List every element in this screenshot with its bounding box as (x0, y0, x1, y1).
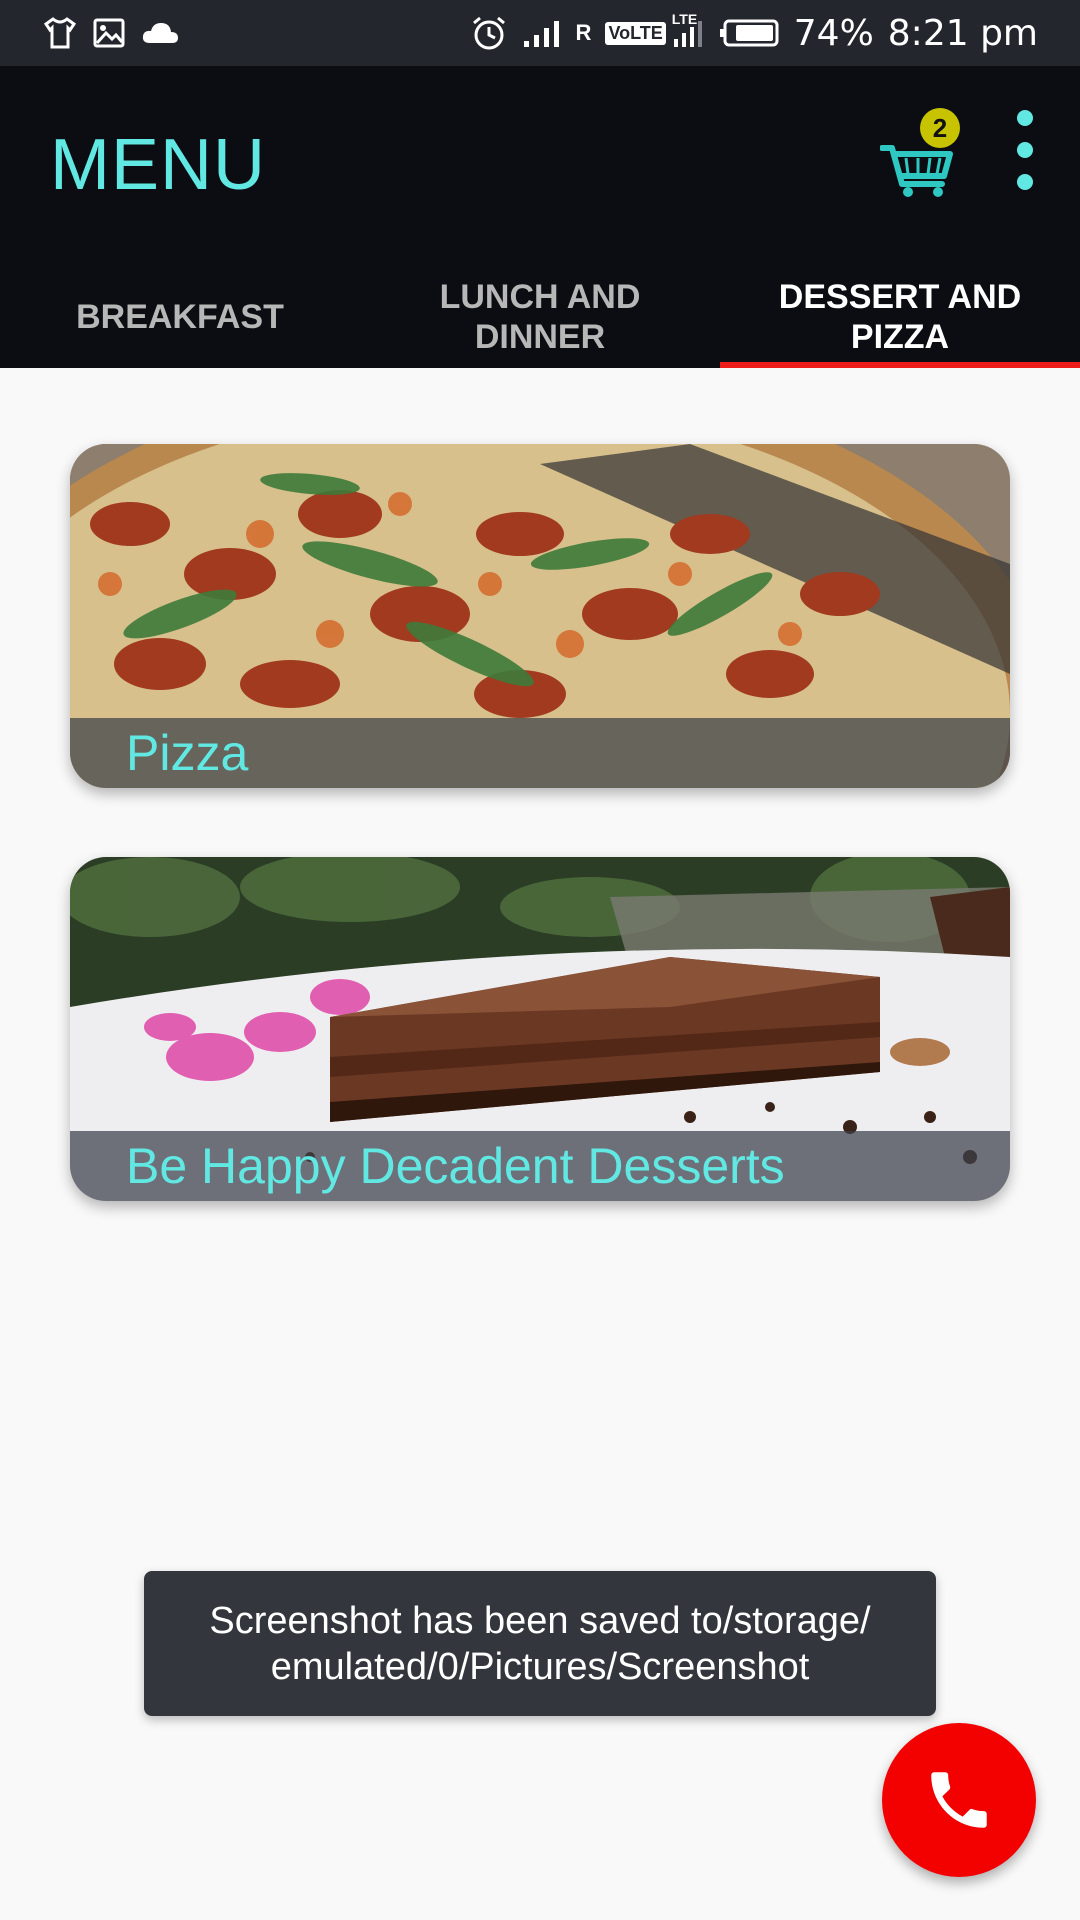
volte-badge: VoLTE (605, 21, 666, 45)
status-right-icons: R VoLTE LTE 74% 8:21 pm (470, 0, 1038, 66)
volte-signal-icon: VoLTE LTE (605, 11, 703, 49)
cart-button[interactable]: 2 (880, 108, 960, 198)
image-icon (93, 18, 125, 48)
cloud-icon (142, 23, 178, 43)
phone-icon (931, 1772, 987, 1828)
card-caption: Pizza (70, 718, 1010, 788)
card-title: Be Happy Decadent Desserts (126, 1138, 785, 1194)
battery-percentage: 74% (793, 12, 874, 54)
toast-text: Screenshot has been saved to/storage/ em… (209, 1599, 871, 1688)
status-left-icons (42, 17, 180, 49)
signal-icon (523, 21, 559, 47)
tab-lunch-and-dinner[interactable]: LUNCH AND DINNER (360, 266, 720, 368)
status-bar: R VoLTE LTE 74% 8:21 pm (0, 0, 1080, 66)
category-tabs: BREAKFAST LUNCH AND DINNER DESSERT AND P… (0, 266, 1080, 368)
menu-card-pizza[interactable]: Pizza (70, 444, 1010, 788)
alarm-icon (472, 16, 505, 50)
card-caption: Be Happy Decadent Desserts (70, 1131, 1010, 1201)
clock: 8:21 pm (887, 12, 1038, 54)
cart-count-badge: 2 (920, 108, 960, 148)
overflow-menu-icon[interactable] (1010, 110, 1040, 190)
roaming-indicator: R (575, 20, 592, 45)
call-button[interactable] (882, 1723, 1036, 1877)
card-title: Pizza (126, 725, 249, 781)
menu-card-desserts[interactable]: Be Happy Decadent Desserts (70, 857, 1010, 1201)
app-bar: MENU 2 BREAKFAST LUNCH AND DINNER DESSER… (0, 66, 1080, 368)
page-title: MENU (50, 125, 266, 205)
tshirt-icon (43, 17, 77, 49)
battery-icon (719, 19, 779, 47)
toast-message: Screenshot has been saved to/storage/ em… (144, 1571, 936, 1716)
tab-dessert-and-pizza[interactable]: DESSERT AND PIZZA (720, 266, 1080, 368)
tab-breakfast[interactable]: BREAKFAST (0, 266, 360, 368)
